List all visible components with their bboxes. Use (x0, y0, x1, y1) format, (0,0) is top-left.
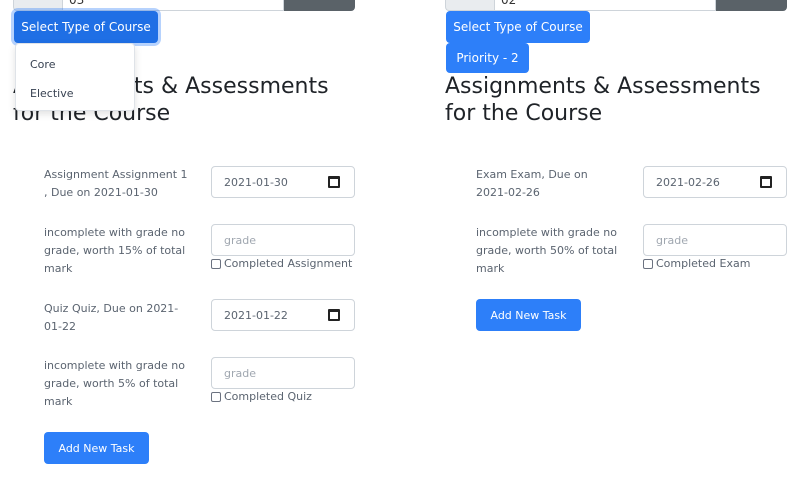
grade-placeholder: grade (224, 366, 256, 380)
select-course-type-button[interactable]: Select Type of Course (14, 11, 158, 43)
task-status: incomplete with grade no grade, worth 15… (44, 226, 186, 275)
input-group-button[interactable] (284, 0, 355, 11)
course-input-group: 03 (13, 0, 355, 11)
calendar-icon[interactable] (328, 309, 340, 321)
heading-line-1: Assignments & Assessments (445, 74, 761, 99)
dropdown-item-core[interactable]: Core (16, 50, 134, 79)
task-title: Exam Exam, Due on 2021-02-26 (476, 168, 588, 199)
input-group-button[interactable] (716, 0, 787, 11)
add-new-task-button[interactable]: Add New Task (44, 432, 149, 464)
due-date-value: 2021-01-22 (224, 308, 288, 322)
due-date-input[interactable]: 2021-01-30 (211, 166, 355, 198)
completed-label: Completed Assignment (224, 257, 353, 270)
calendar-icon[interactable] (328, 176, 340, 188)
input-prefix (445, 0, 495, 11)
completed-label: Completed Exam (656, 257, 751, 270)
task-status: incomplete with grade no grade, worth 5%… (44, 359, 185, 408)
grade-placeholder: grade (656, 233, 688, 247)
course-number-input[interactable]: 02 (494, 0, 716, 11)
grade-input[interactable]: grade (643, 224, 787, 256)
course-type-dropdown: Core Elective (15, 43, 135, 111)
completed-checkbox-row[interactable]: Completed Quiz (211, 390, 312, 403)
course-input-group: 02 (445, 0, 787, 11)
completed-checkbox[interactable] (211, 258, 221, 269)
due-date-input[interactable]: 2021-02-26 (643, 166, 787, 198)
calendar-icon[interactable] (760, 176, 772, 188)
task-title: Quiz Quiz, Due on 2021-01-22 (44, 302, 179, 333)
course-card-right: 02 Select Type of Course Priority - 2 As… (445, 0, 795, 478)
select-course-type-button[interactable]: Select Type of Course (446, 11, 590, 43)
completed-checkbox[interactable] (211, 391, 221, 402)
completed-label: Completed Quiz (224, 390, 312, 403)
grade-input[interactable]: grade (211, 357, 355, 389)
task-title: Assignment Assignment 1 , Due on 2021-01… (44, 168, 188, 199)
course-number-input[interactable]: 03 (62, 0, 284, 11)
task-status: incomplete with grade no grade, worth 50… (476, 226, 618, 275)
due-date-value: 2021-02-26 (656, 175, 720, 189)
course-card-left: 03 Assignments & Assessments for the Cou… (13, 0, 363, 478)
due-date-input[interactable]: 2021-01-22 (211, 299, 355, 331)
completed-checkbox-row[interactable]: Completed Assignment (211, 257, 352, 270)
completed-checkbox-row[interactable]: Completed Exam (643, 257, 750, 270)
dropdown-item-elective[interactable]: Elective (16, 79, 134, 108)
grade-input[interactable]: grade (211, 224, 355, 256)
input-prefix (13, 0, 63, 11)
heading-line-2: for the Course (445, 101, 603, 126)
assessments-heading: Assignments & Assessments for the Course (445, 73, 805, 127)
grade-placeholder: grade (224, 233, 256, 247)
add-new-task-button[interactable]: Add New Task (476, 299, 581, 331)
priority-button[interactable]: Priority - 2 (446, 43, 529, 73)
due-date-value: 2021-01-30 (224, 175, 288, 189)
completed-checkbox[interactable] (643, 258, 653, 269)
